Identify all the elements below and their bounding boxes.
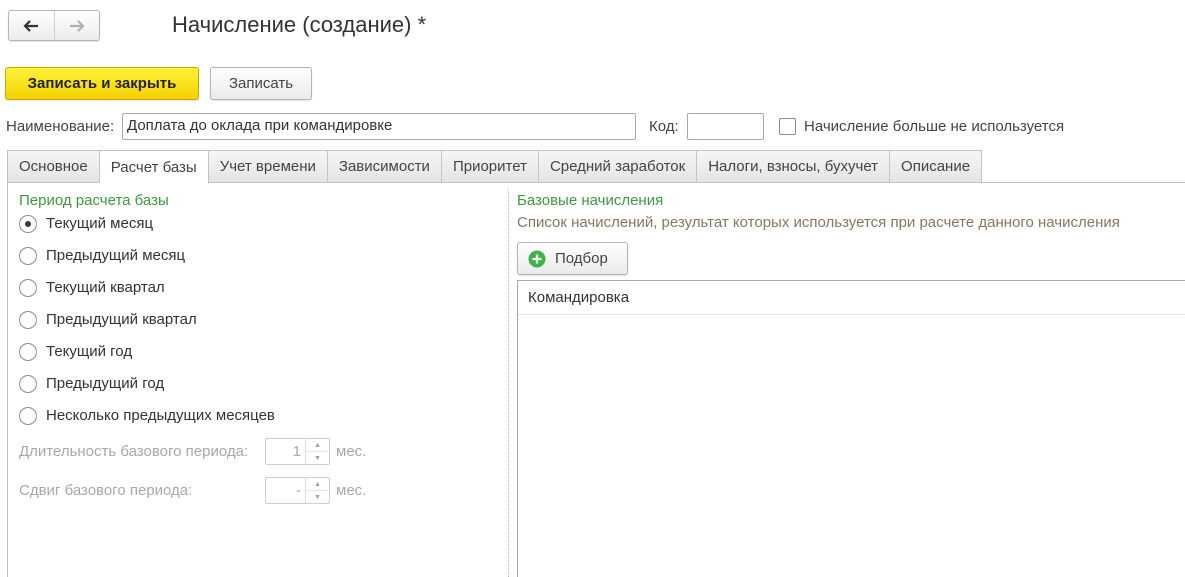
radio-previous-quarter[interactable] [19, 311, 37, 329]
duration-value: 1 [292, 443, 301, 460]
shift-stepper[interactable]: - ▲ ▼ [265, 477, 330, 504]
tab-description[interactable]: Описание [890, 150, 983, 183]
arrow-right-icon [69, 19, 85, 32]
shift-value: - [296, 482, 301, 499]
add-icon [528, 250, 546, 267]
radio-current-quarter[interactable] [19, 279, 37, 297]
save-and-close-button[interactable]: Записать и закрыть [5, 67, 199, 100]
radio-previous-month[interactable] [19, 247, 37, 265]
radio-current-month[interactable] [19, 215, 37, 233]
pick-label: Подбор [555, 250, 608, 267]
radio-selected-dot [25, 221, 31, 227]
back-button[interactable] [9, 11, 54, 40]
stepper-down-icon[interactable]: ▼ [306, 490, 329, 503]
period-group-title: Период расчета базы [19, 192, 169, 209]
radio-label: Предыдущий квартал [46, 311, 197, 328]
radio-label: Текущий месяц [46, 215, 154, 232]
column-separator [508, 190, 509, 577]
shift-label: Сдвиг базового периода: [19, 482, 193, 499]
tab-dependencies[interactable]: Зависимости [327, 150, 442, 183]
tab-taxes[interactable]: Налоги, взносы, бухучет [697, 150, 891, 183]
radio-label: Предыдущий месяц [46, 247, 186, 264]
code-input[interactable] [687, 113, 764, 140]
duration-unit: мес. [336, 443, 367, 460]
tab-time-tracking[interactable]: Учет времени [208, 150, 328, 183]
duration-label: Длительность базового периода: [19, 443, 249, 460]
arrow-left-icon [23, 19, 39, 32]
base-accruals-table: Командировка [517, 280, 1185, 577]
history-nav [8, 10, 100, 41]
save-button[interactable]: Записать [210, 67, 312, 100]
unused-checkbox[interactable] [779, 118, 796, 135]
unused-label: Начисление больше не используется [804, 118, 1065, 135]
radio-label: Текущий год [46, 343, 133, 360]
tab-average-earnings[interactable]: Средний заработок [538, 150, 698, 183]
tab-base-calc[interactable]: Расчет базы [99, 150, 209, 184]
stepper-up-icon[interactable]: ▲ [306, 478, 329, 490]
radio-label: Текущий квартал [46, 279, 165, 296]
page-title: Начисление (создание) * [172, 12, 427, 37]
tab-bar: Основное Расчет базы Учет времени Зависи… [7, 150, 983, 184]
tab-main[interactable]: Основное [7, 150, 100, 183]
base-hint: Список начислений, результат которых исп… [517, 214, 1120, 231]
row-name: Командировка [528, 289, 630, 306]
name-label: Наименование: [6, 118, 115, 135]
forward-button[interactable] [53, 11, 100, 40]
stepper-down-icon[interactable]: ▼ [306, 451, 329, 464]
pick-button[interactable]: Подбор [517, 242, 628, 275]
radio-label: Предыдущий год [46, 375, 165, 392]
shift-unit: мес. [336, 482, 367, 499]
radio-previous-year[interactable] [19, 375, 37, 393]
radio-label: Несколько предыдущих месяцев [46, 407, 275, 424]
radio-several-months[interactable] [19, 407, 37, 425]
table-row[interactable]: Командировка [518, 281, 1185, 315]
duration-stepper[interactable]: 1 ▲ ▼ [265, 438, 330, 465]
code-label: Код: [649, 118, 679, 135]
panel-border [7, 182, 8, 577]
tab-priority[interactable]: Приоритет [441, 150, 539, 183]
stepper-up-icon[interactable]: ▲ [306, 439, 329, 451]
name-input[interactable]: Доплата до оклада при командировке [122, 113, 636, 140]
radio-current-year[interactable] [19, 343, 37, 361]
base-group-title: Базовые начисления [517, 192, 664, 209]
